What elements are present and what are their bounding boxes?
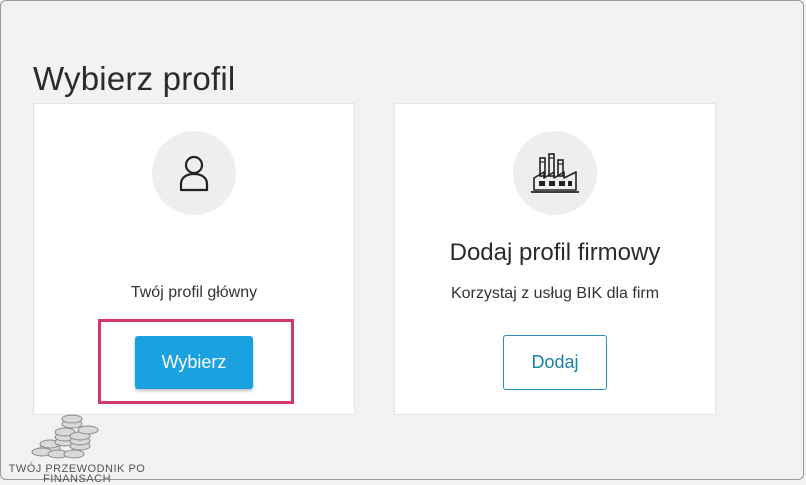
- watermark-text: TWÓJ PRZEWODNIK PO FINANSACH: [2, 464, 152, 485]
- company-profile-heading: Dodaj profil firmowy: [449, 239, 661, 266]
- personal-profile-card: Twój profil główny Wybierz: [33, 103, 355, 415]
- personal-icon-circle: [152, 131, 236, 215]
- watermark-line-2: FINANSACH: [42, 473, 112, 485]
- company-profile-card: Dodaj profil firmowy Korzystaj z usług B…: [394, 103, 716, 415]
- company-profile-description: Korzystaj z usług BIK dla firm: [450, 285, 660, 302]
- add-company-profile-button[interactable]: Dodaj: [503, 335, 607, 390]
- factory-icon: [531, 153, 579, 193]
- personal-profile-description: Twój profil główny: [130, 284, 258, 301]
- page-title: Wybierz profil: [33, 60, 236, 98]
- user-icon: [179, 155, 209, 192]
- company-icon-circle: [513, 131, 597, 215]
- select-profile-button[interactable]: Wybierz: [135, 336, 253, 389]
